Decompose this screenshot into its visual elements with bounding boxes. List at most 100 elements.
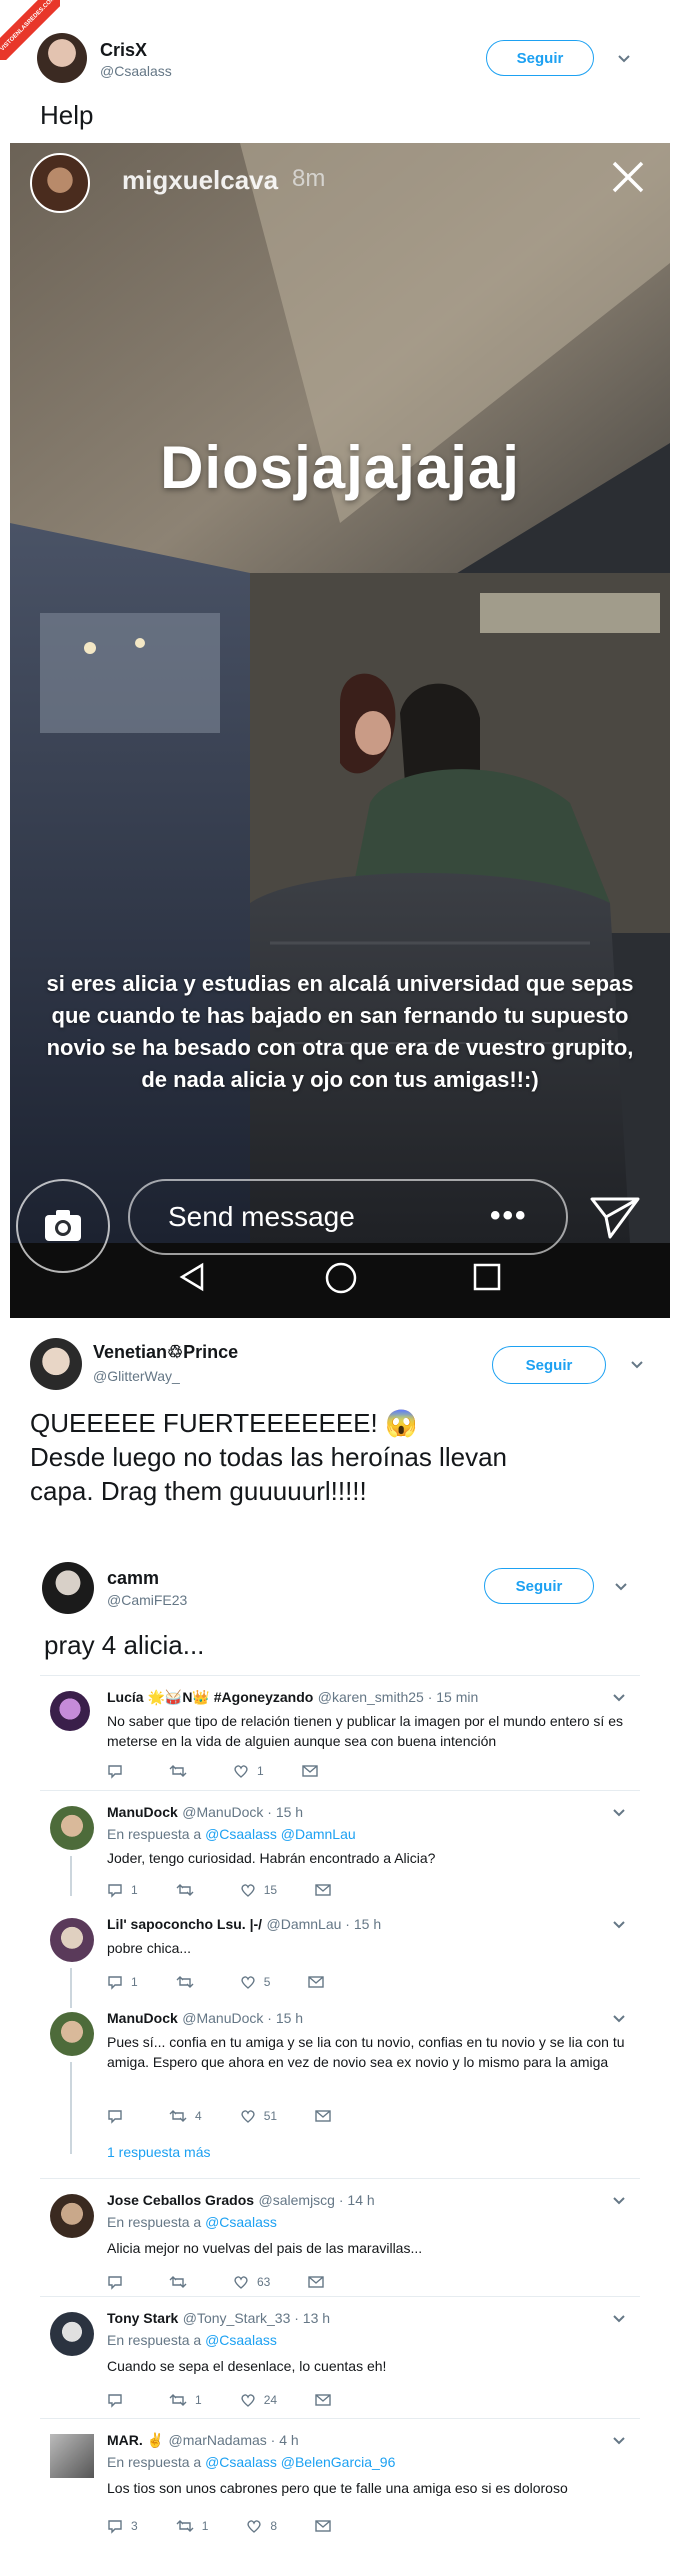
chevron-down-icon[interactable] [610,2432,628,2450]
like-button[interactable]: 24 [240,2392,277,2408]
reply-to-link[interactable]: @Csaalass [205,2214,277,2230]
more-options-icon[interactable]: ••• [490,1199,528,1233]
chevron-down-icon[interactable] [610,2192,628,2210]
reply: Tony Stark @Tony_Stark_33 · 13 h En resp… [0,2304,681,2412]
send-icon[interactable] [588,1193,642,1243]
like-count: 8 [270,2519,278,2533]
chevron-down-icon[interactable] [615,50,633,68]
reply-to-link[interactable]: @Csaalass @BelenGarcia_96 [205,2454,395,2470]
message-button[interactable] [308,2275,332,2289]
close-icon[interactable] [610,159,646,195]
reply-to-link[interactable]: @Csaalass @DamnLau [205,1826,356,1842]
comment-button[interactable] [107,2108,131,2124]
retweet-button[interactable] [169,1763,195,1779]
story-username[interactable]: migxuelcava [122,165,278,196]
comment-button[interactable] [107,2274,131,2290]
follow-button[interactable]: Seguir [492,1346,606,1384]
reply-author-name[interactable]: Lil' sapoconcho Lsu. |-/ [107,1916,262,1932]
retweet-icon [169,2110,187,2122]
reply: ManuDock @ManuDock · 15 h Pues sí... con… [0,2004,681,2144]
chevron-down-icon[interactable] [610,2310,628,2328]
story-caption: si eres alicia y estudias en alcalá univ… [10,968,670,1096]
follow-button[interactable]: Seguir [484,1568,594,1604]
follow-button[interactable]: Seguir [486,40,594,76]
comment-count: 3 [131,2519,138,2533]
retweet-button[interactable] [176,1882,202,1898]
story-avatar[interactable] [30,153,90,213]
like-button[interactable]: 5 [240,1974,270,1990]
comment-button[interactable]: 3 [107,2518,138,2534]
home-nav-icon[interactable] [324,1261,358,1295]
chevron-down-icon[interactable] [628,1356,646,1374]
avatar[interactable] [50,1918,94,1962]
reply-author-name[interactable]: Lucía 🌟🥁N👑 #Agoneyzando [107,1689,313,1705]
author-name[interactable]: Venetian♲Prince [93,1342,238,1363]
like-button[interactable]: 1 [233,1763,264,1779]
reply-author-handle[interactable]: @karen_smith25 · 15 min [318,1689,479,1705]
reply-author-name[interactable]: ManuDock [107,2010,178,2026]
reply: Lil' sapoconcho Lsu. |-/ @DamnLau · 15 h… [0,1910,681,2000]
message-button[interactable] [301,1764,326,1778]
story-image[interactable]: migxuelcava 8m Diosjajajajaj si eres ali… [10,143,670,1318]
reply-author-name[interactable]: ManuDock [107,1804,178,1820]
like-button[interactable]: 8 [246,2518,277,2534]
reply-author-handle[interactable]: @salemjscg · 14 h [259,2192,375,2208]
like-button[interactable]: 15 [240,1882,277,1898]
reply-author-name[interactable]: Tony Stark [107,2310,178,2326]
reply-author-handle[interactable]: @marNadamas · 4 h [169,2432,299,2448]
reply-author-name[interactable]: Jose Ceballos Grados [107,2192,254,2208]
reply-author-handle[interactable]: @ManuDock · 15 h [182,2010,303,2026]
message-button[interactable] [315,1883,339,1897]
chevron-down-icon[interactable] [610,1916,628,1934]
comment-button[interactable] [107,2392,131,2408]
comment-button[interactable]: 1 [107,1974,138,1990]
chevron-down-icon[interactable] [610,1804,628,1822]
author-handle[interactable]: @Csaalass [100,63,172,79]
back-nav-icon[interactable] [176,1261,208,1293]
author-handle[interactable]: @GlitterWay_ [93,1368,180,1384]
comment-icon [108,1884,122,1898]
retweet-button[interactable] [176,1974,202,1990]
reply-text: pobre chica... [107,1940,192,1956]
retweet-button[interactable]: 1 [176,2518,208,2534]
avatar[interactable] [50,2434,94,2478]
retweet-button[interactable]: 1 [169,2392,202,2408]
author-name[interactable]: camm [107,1568,159,1589]
author-handle[interactable]: @CamiFE23 [107,1592,187,1608]
retweet-button[interactable] [169,2274,195,2290]
reply-author-handle[interactable]: @ManuDock · 15 h [182,1804,303,1820]
like-count: 51 [263,2109,278,2123]
chevron-down-icon[interactable] [612,1578,630,1596]
retweet-button[interactable]: 4 [169,2108,202,2124]
message-button[interactable] [308,1975,332,1989]
message-button[interactable] [315,2519,339,2533]
avatar[interactable] [50,1691,90,1731]
reply-to-link[interactable]: @Csaalass [205,2332,277,2348]
avatar[interactable] [50,2312,94,2356]
comment-button[interactable]: 1 [107,1882,138,1898]
message-button[interactable] [315,2393,339,2407]
reply-actions: 1 5 [107,1974,370,1990]
author-name[interactable]: CrisX [100,40,147,61]
comment-button[interactable] [107,1763,131,1779]
message-button[interactable] [315,2109,339,2123]
reply-author-name[interactable]: MAR. ✌ [107,2432,164,2448]
reply-author-handle[interactable]: @DamnLau · 15 h [267,1916,382,1932]
story-time: 8m [292,165,326,192]
second-tweet: camm @CamiFE23 Seguir pray 4 alicia... [0,1548,681,1666]
avatar[interactable] [50,1806,94,1850]
recents-nav-icon[interactable] [472,1262,502,1292]
chevron-down-icon[interactable] [610,2010,628,2028]
like-button[interactable]: 51 [240,2108,277,2124]
avatar[interactable] [50,2194,94,2238]
reply-author-handle[interactable]: @Tony_Stark_33 · 13 h [183,2310,330,2326]
avatar[interactable] [50,2012,94,2056]
more-replies-link[interactable]: 1 respuesta más [107,2144,211,2160]
avatar[interactable] [42,1562,94,1614]
like-button[interactable]: 63 [233,2274,270,2290]
avatar[interactable] [30,1338,82,1390]
chevron-down-icon[interactable] [610,1689,628,1707]
envelope-icon [315,1884,331,1896]
reply-actions: 1 24 [107,2392,377,2408]
reply-text: Los tios son unos cabrones pero que te f… [107,2480,568,2496]
